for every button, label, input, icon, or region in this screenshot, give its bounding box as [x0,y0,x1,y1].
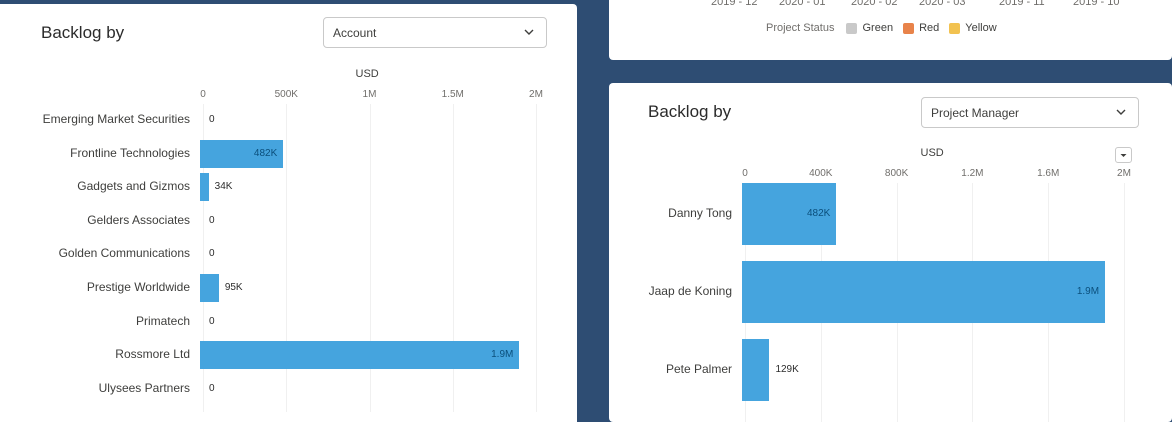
bar-value-label: 1.9М [491,349,514,361]
grouping-select-value: Project Manager [931,105,1020,120]
category-label: Gadgets and Gizmos [77,179,190,194]
category-label: Emerging Market Securities [42,112,190,126]
category-label: Prestige Worldwide [86,280,190,294]
x-tick-label: 1.5М [441,89,464,100]
period-label: 2019 - 10 [1073,0,1120,8]
project-status-chart-card: 2019 - 12 2020 - 01 2020 - 02 2020 - 03 2019… [609,0,1172,60]
legend-swatch [903,22,915,34]
period-label: 2019 - 11 [999,0,1045,8]
legend-swatch [949,22,961,34]
legend-label: Green [862,22,894,34]
legend-label: Red [919,22,940,34]
backlog-by-account-card: Backlog by Account USD 0 500Κ 1М 1.5М 2М Emerg… [0,4,577,422]
x-tick-label: 1М [362,89,377,100]
period-label: 2020 - 03 [919,0,966,8]
legend-swatch [846,22,858,34]
chart-menu-button[interactable] [1115,147,1132,163]
bar-value-label: 482Κ [253,147,278,159]
grouping-select-value: Account [333,25,377,40]
x-tick-label: 500Κ [274,89,298,100]
x-tick-label: 2М [529,89,543,100]
chevron-down-icon [524,29,534,35]
bar[interactable] [200,274,219,302]
backlog-by-project-manager-card: Backlog by Project Manager USD 0 400Κ 800Κ 1… [609,83,1172,422]
bar[interactable] [200,173,209,202]
bar-value-label: 0 [209,382,215,394]
x-axis-title: USD [920,147,944,159]
legend-label: Yellow [965,22,997,34]
x-tick-label: 0 [742,168,748,179]
legend-item[interactable]: Green [846,22,893,34]
period-label: 2020 - 01 [779,0,826,8]
x-tick-label: 2М [1117,168,1131,179]
project-status-legend: Project Status Green Red Yellow [766,22,1007,34]
bar-value-label: 34Κ [214,181,233,193]
category-label: Danny Tong [668,206,732,220]
category-label: Frontline Technologies [70,145,190,160]
x-tick-label: 800Κ [884,168,909,179]
category-label: Primatech [135,313,190,328]
legend-item[interactable]: Yellow [949,22,997,34]
chevron-down-icon [1120,153,1127,157]
x-tick-label: 1.2М [961,168,984,179]
x-axis-title: USD [355,68,379,80]
category-label: Pete Palmer [665,362,732,376]
bar-value-label: 129Κ [775,364,799,375]
grouping-select[interactable]: Account [323,17,547,48]
bar-value-label: 95Κ [224,282,243,293]
period-label: 2020 - 02 [851,0,898,8]
x-tick-label: 1.6М [1037,168,1060,179]
chevron-down-icon [1116,109,1126,115]
x-tick-label: 0 [200,89,206,100]
category-label: Gelders Associates [87,212,190,227]
category-label: Jaap de Koning [648,284,732,298]
gridline [1124,183,1125,422]
category-label: Ulysees Partners [98,380,190,395]
bar[interactable] [742,261,1106,323]
legend-item[interactable]: Red [903,22,939,34]
bar-value-label: 0 [209,248,215,260]
bar-value-label: 1.9М [1076,286,1100,297]
x-tick-label: 400Κ [809,168,833,179]
bar-value-label: 0 [209,315,215,327]
legend-title: Project Status [766,22,835,34]
grouping-select[interactable]: Project Manager [921,97,1139,128]
card-title: Backlog by [41,23,125,42]
bar-value-label: 0 [209,114,215,125]
card-title: Backlog by [648,102,732,121]
bar[interactable] [742,339,770,401]
category-label: Golden Communications [58,246,190,261]
category-label: Rossmore Ltd [115,347,190,362]
legend-items: Green Red Yellow [846,22,1006,34]
bar-value-label: 0 [209,214,215,226]
bar-value-label: 482Κ [806,208,831,219]
period-label: 2019 - 12 [711,0,758,8]
gridline [536,104,537,412]
